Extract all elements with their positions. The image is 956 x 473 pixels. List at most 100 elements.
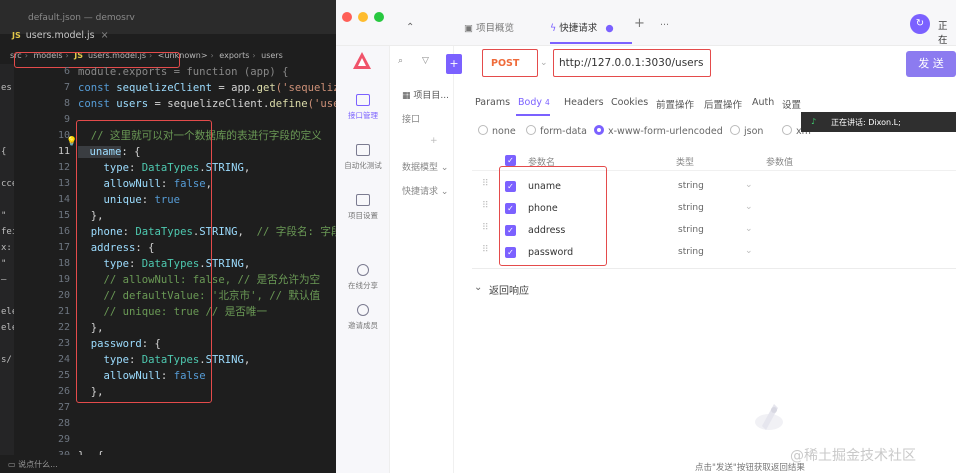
explorer-fragment[interactable] [0,160,14,176]
explorer-fragment[interactable]: ele [0,304,14,320]
tab-body[interactable]: Body 4 [518,97,550,108]
add-tab-button[interactable]: + [634,16,645,31]
collapse-icon[interactable]: ⌃ [406,22,414,33]
explorer-fragment[interactable] [0,416,14,432]
tab-pre-actions[interactable]: 前置操作 [656,97,694,111]
explorer-fragment[interactable]: { [0,144,14,160]
tree-models[interactable]: 数据模型 ⌄ [402,160,448,173]
refresh-icon[interactable]: ↻ [910,14,930,34]
line-number: 26 [57,386,70,397]
sidebar-item-settings[interactable]: 项目设置 [336,194,390,221]
explorer-fragment[interactable] [0,400,14,416]
crumb-exports[interactable]: exports [219,51,249,60]
line-number: 21 [57,306,70,317]
close-window-button[interactable] [342,12,352,22]
sidebar-item-api[interactable]: 接口管理 [336,94,390,121]
param-type[interactable]: string [678,225,704,235]
tab-params[interactable]: Params [475,97,510,108]
tab-headers[interactable]: Headers [564,97,604,108]
radio-icon [526,125,536,135]
explorer-fragment[interactable]: ele [0,320,14,336]
maximize-window-button[interactable] [374,12,384,22]
drag-handle-icon[interactable]: ⠿ [482,179,489,189]
body-type-urlencoded[interactable]: x-www-form-urlencoded [594,125,723,137]
tab-quick-request[interactable]: ϟ 快捷请求 ● [550,20,614,34]
add-api-button[interactable]: + [446,54,462,74]
chevron-down-icon[interactable]: ⌄ [745,202,753,212]
close-icon[interactable]: × [101,30,109,41]
filter-icon[interactable]: ▽ [422,56,429,66]
voice-toast: ♪ 正在讲话: Dixon.L; [801,112,956,132]
tab-cookies[interactable]: Cookies [611,97,648,108]
sidebar-item-share[interactable]: 在线分享 [336,264,390,291]
user-status[interactable]: 正在 [938,18,956,46]
param-type[interactable]: string [678,203,704,213]
invite-user-icon [357,304,369,316]
explorer-fragment[interactable] [0,96,14,112]
explorer-fragment[interactable]: " [0,208,14,224]
explorer-fragment[interactable]: es' [0,80,14,96]
line-gutter: 6 7 8 9 10 11 12 13 14 15 16 17 18 19 20 21 22 23 24 25 26 27… [14,64,76,473]
line-number: 24 [57,354,70,365]
tab-post-actions[interactable]: 后置操作 [704,97,742,111]
explorer-fragment[interactable] [0,64,14,80]
collapse-response-icon[interactable]: ⌄ [474,282,482,293]
top-bar: ⌃ ▣ 项目概览 ϟ 快捷请求 ● + ··· ↻ 正在 [336,0,956,46]
url-input[interactable]: http://127.0.0.1:3030/users [553,49,711,77]
sidebar-item-invite[interactable]: 邀请成员 [336,304,390,331]
method-select[interactable]: POST [482,49,538,77]
editor-tab[interactable]: JS users.model.js × [12,22,122,46]
line-number: 19 [57,274,70,285]
drag-handle-icon[interactable]: ⠿ [482,245,489,255]
send-button[interactable]: 发 送 [906,51,956,77]
tree-api[interactable]: 接口 [402,112,420,125]
explorer-fragment[interactable] [0,288,14,304]
chevron-down-icon[interactable]: ⌄ [745,180,753,190]
explorer-fragment[interactable]: cce [0,176,14,192]
explorer-fragment[interactable]: " [0,256,14,272]
body-type-form-data[interactable]: form-data [526,125,587,137]
param-type[interactable]: string [678,181,704,191]
more-tabs-button[interactable]: ··· [660,20,669,31]
explorer-fragment[interactable] [0,192,14,208]
tab-project-overview[interactable]: ▣ 项目概览 [464,20,514,34]
select-all-checkbox[interactable]: ✓ [505,155,516,166]
code-line: const users = sequelizeClient.define('us… [78,98,336,110]
tab-auth[interactable]: Auth [752,97,774,108]
tab-settings[interactable]: 设置 [782,97,801,111]
explorer-fragment[interactable]: x: [0,240,14,256]
apifox-logo-icon [351,50,373,72]
explorer-fragment[interactable] [0,336,14,352]
response-title[interactable]: 返回响应 [489,282,529,297]
body-type-none[interactable]: none [478,125,516,137]
tree-quick[interactable]: 快捷请求 ⌄ [402,184,448,197]
microphone-icon: ♪ [811,117,817,126]
explorer-fragment[interactable]: fei [0,224,14,240]
search-icon[interactable]: ⌕ [398,56,418,72]
chevron-down-icon[interactable]: ⌄ [540,58,548,68]
tab-label: users.model.js [25,30,95,41]
explorer-fragment[interactable] [0,368,14,384]
param-type[interactable]: string [678,247,704,257]
explorer-fragment[interactable] [0,384,14,400]
drag-handle-icon[interactable]: ⠿ [482,223,489,233]
explorer-fragment[interactable]: s/ [0,352,14,368]
explorer-fragment[interactable] [0,432,14,448]
body-type-json[interactable]: json [730,125,763,137]
crumb-users[interactable]: users [261,51,283,60]
line-number: 15 [57,210,70,221]
minimize-window-button[interactable] [358,12,368,22]
line-number: 29 [57,434,70,445]
apifox-window: ⌃ ▣ 项目概览 ϟ 快捷请求 ● + ··· ↻ 正在 接口管理 自动化测试 项… [336,0,956,473]
explorer-fragment[interactable] [0,112,14,128]
sidebar-item-autotest[interactable]: 自动化测试 [336,144,390,171]
chevron-down-icon[interactable]: ⌄ [745,224,753,234]
tree-project[interactable]: ▦ 项目目... [402,88,449,101]
unsaved-dot-icon: ● [605,23,614,34]
explorer-fragment[interactable] [0,128,14,144]
tree-add-icon[interactable]: + [430,136,438,146]
explorer-fragment[interactable]: — [0,272,14,288]
drag-handle-icon[interactable]: ⠿ [482,201,489,211]
chevron-down-icon[interactable]: ⌄ [745,246,753,256]
